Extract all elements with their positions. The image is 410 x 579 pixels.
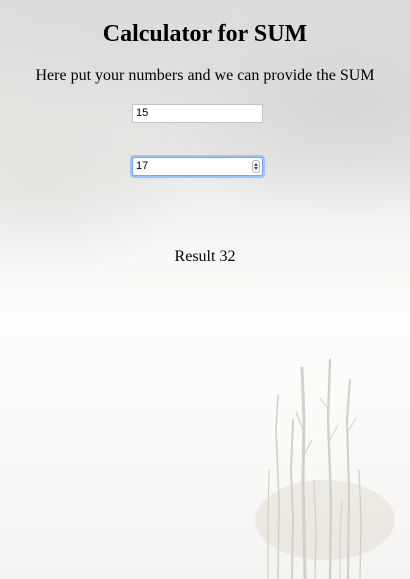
result-display: Result 32 (0, 247, 410, 267)
first-number-field-wrapper: 15 (132, 104, 263, 123)
second-number-input[interactable]: 17 (132, 157, 263, 176)
second-number-field-wrapper: 17 (132, 157, 263, 176)
page-subtitle: Here put your numbers and we can provide… (35, 67, 375, 84)
result-label: Result (174, 248, 216, 265)
stepper-down-icon[interactable] (254, 167, 258, 170)
background-trees (255, 358, 395, 579)
stepper-up-icon[interactable] (254, 163, 258, 166)
first-number-input[interactable]: 15 (132, 104, 263, 123)
page-title: Calculator for SUM (102, 21, 308, 47)
number-stepper[interactable] (252, 160, 260, 173)
result-value: 32 (219, 248, 236, 265)
